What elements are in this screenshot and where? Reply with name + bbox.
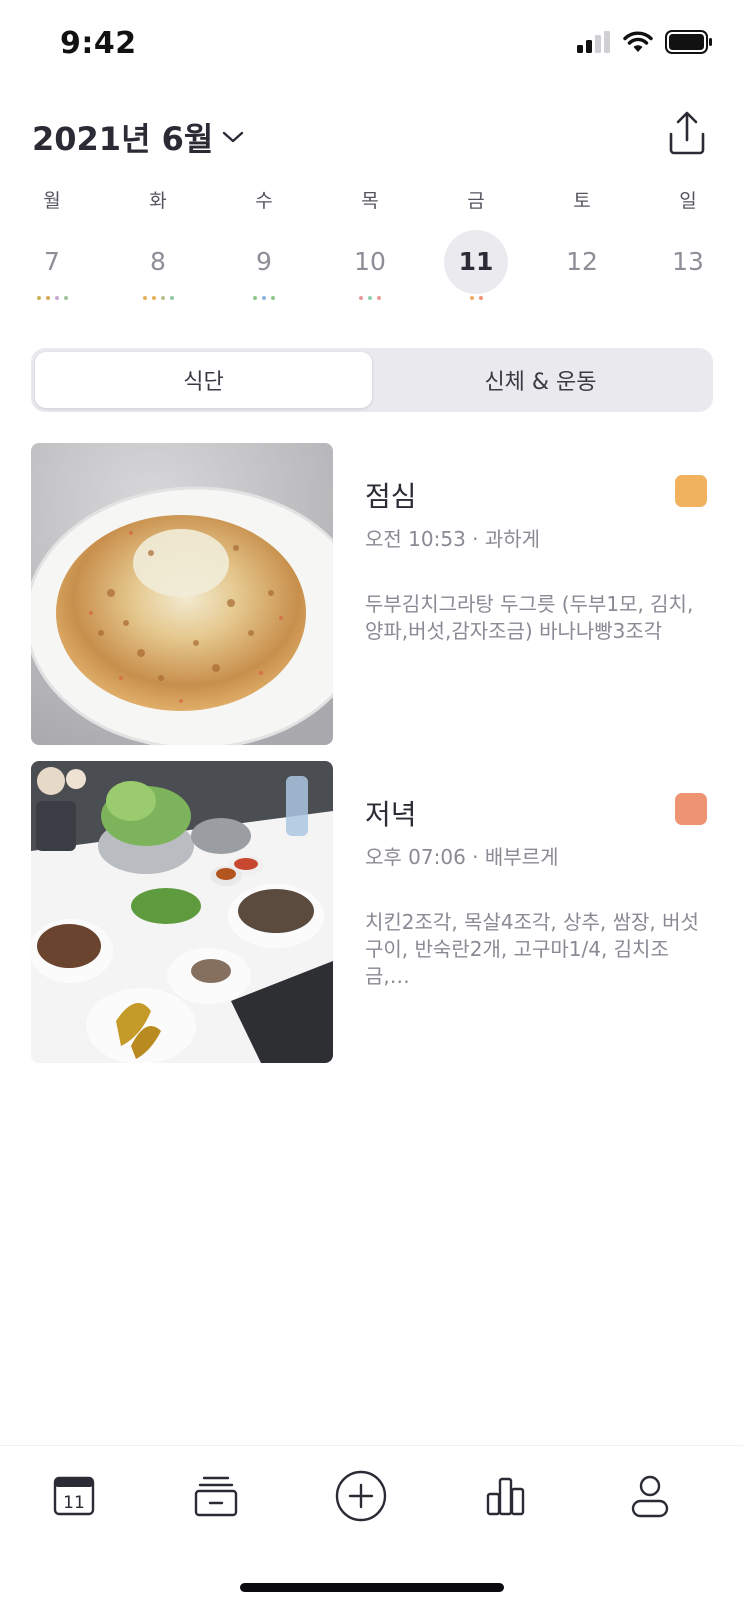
meal-dots [436, 296, 516, 302]
meal-meta: 오전 10:53 · 과하게 [365, 527, 541, 551]
day-wednesday[interactable]: 수 9 [224, 186, 304, 302]
add-icon [335, 1470, 387, 1522]
meal-photo-lunch[interactable] [31, 443, 333, 745]
meal-status-color [675, 475, 707, 507]
tab-profile[interactable] [622, 1468, 678, 1524]
meal-dot [151, 296, 156, 300]
day-number: 9 [256, 247, 272, 276]
meal-dot [478, 296, 483, 300]
meal-card-dinner[interactable]: 저녁 오후 07:06 · 배부르게 치킨2조각, 목살4조각, 상추, 쌈장,… [31, 761, 713, 1063]
meal-dot [169, 296, 174, 300]
status-icons [577, 30, 713, 54]
bbq-dinner-photo [31, 761, 333, 1063]
gratin-photo [31, 443, 333, 745]
meal-dot [63, 296, 68, 300]
meal-status-color [675, 793, 707, 825]
segmented-control: 식단 신체 & 운동 [31, 348, 713, 412]
day-friday[interactable]: 금 11 [436, 186, 516, 302]
meal-dots [648, 296, 728, 302]
week-strip: 월 7 화 8 수 9 목 10 금 11 토 12 일 13 [0, 186, 743, 316]
meal-info-lunch[interactable]: 점심 오전 10:53 · 과하게 두부김치그라탕 두그릇 (두부1모, 김치,… [365, 443, 713, 745]
meal-dot [54, 296, 59, 300]
meal-dots [224, 296, 304, 302]
meal-dot [36, 296, 41, 300]
meal-dot [253, 296, 257, 300]
cellular-signal-icon [577, 31, 610, 53]
home-indicator [240, 1583, 504, 1592]
meal-dot [160, 296, 165, 300]
status-time: 9:42 [60, 26, 137, 61]
meal-dots [12, 296, 92, 302]
meal-dots [118, 296, 198, 302]
calendar-day-number: 11 [63, 1493, 85, 1513]
day-name: 월 [43, 190, 61, 212]
day-tuesday[interactable]: 화 8 [118, 186, 198, 302]
meal-dot [359, 296, 363, 300]
status-bar: 9:42 [0, 0, 743, 92]
day-number-selected: 11 [444, 230, 508, 294]
stats-icon [486, 1477, 525, 1516]
day-sunday[interactable]: 일 13 [648, 186, 728, 302]
day-name: 수 [255, 190, 273, 212]
day-name: 토 [573, 190, 591, 212]
archive-icon [194, 1476, 238, 1517]
meal-dot [368, 296, 372, 300]
meal-meta: 오후 07:06 · 배부르게 [365, 845, 559, 869]
month-title: 2021년 6월 [32, 120, 214, 158]
tab-archive[interactable] [188, 1468, 244, 1524]
month-selector[interactable]: 2021년 6월 [32, 114, 245, 160]
tab-diet[interactable]: 식단 [35, 352, 372, 408]
day-name: 화 [149, 190, 167, 212]
day-number: 10 [354, 247, 386, 276]
meal-title: 저녁 [365, 798, 417, 831]
tab-stats[interactable] [478, 1468, 534, 1524]
meal-card-lunch[interactable]: 점심 오전 10:53 · 과하게 두부김치그라탕 두그릇 (두부1모, 김치,… [31, 443, 713, 745]
tab-body-exercise[interactable]: 신체 & 운동 [372, 352, 709, 408]
meal-dot [377, 296, 381, 300]
day-saturday[interactable]: 토 12 [542, 186, 622, 302]
meal-info-dinner[interactable]: 저녁 오후 07:06 · 배부르게 치킨2조각, 목살4조각, 상추, 쌈장,… [365, 761, 713, 1063]
day-number: 8 [150, 247, 166, 276]
day-thursday[interactable]: 목 10 [330, 186, 410, 302]
meal-dots [330, 296, 410, 302]
day-number: 12 [566, 247, 598, 276]
wifi-icon [623, 31, 653, 52]
meal-dot [271, 296, 275, 300]
share-icon [669, 111, 705, 155]
profile-icon [631, 1475, 669, 1518]
meal-title: 점심 [365, 480, 417, 513]
day-monday[interactable]: 월 7 [12, 186, 92, 302]
chevron-down-icon [223, 131, 244, 143]
meal-dot [262, 296, 266, 300]
meal-dot [45, 296, 50, 300]
meal-description: 치킨2조각, 목살4조각, 상추, 쌈장, 버섯구이, 반숙란2개, 고구마1/… [365, 910, 699, 988]
day-name: 금 [467, 190, 485, 212]
meal-photo-dinner[interactable] [31, 761, 333, 1063]
meal-dot [469, 296, 474, 300]
meal-dots [542, 296, 622, 302]
tab-add[interactable] [333, 1468, 389, 1524]
day-number: 7 [44, 247, 60, 276]
day-number: 13 [672, 247, 704, 276]
calendar-icon: 11 [53, 1476, 95, 1516]
battery-icon [665, 30, 712, 54]
share-button[interactable] [667, 110, 707, 156]
day-name: 목 [361, 190, 379, 212]
meal-dot [142, 296, 147, 300]
header: 2021년 6월 [32, 108, 711, 164]
tab-calendar[interactable]: 11 [46, 1468, 102, 1524]
day-name: 일 [679, 190, 697, 212]
meal-description: 두부김치그라탕 두그릇 (두부1모, 김치,양파,버섯,감자조금) 바나나빵3조… [365, 592, 694, 643]
